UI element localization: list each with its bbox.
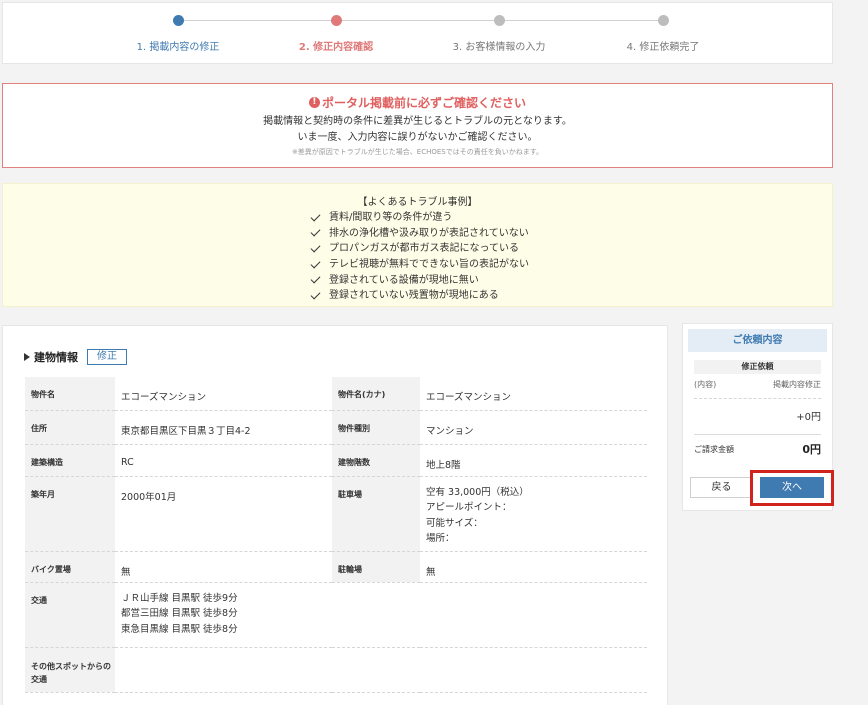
step-label: 4. 修正依頼完了	[626, 42, 700, 53]
trouble-item: テレビ視聴が無料でできない旨の表記がない	[310, 257, 529, 273]
edit-button[interactable]: 修正	[87, 349, 127, 365]
check-icon	[310, 273, 321, 284]
step-label: 3. お客様情報の入力	[452, 42, 546, 53]
structure-label: 建築構造	[25, 444, 115, 477]
summary-total-row: ご請求金額 0円	[694, 441, 821, 457]
step-label: 1. 掲載内容の修正	[136, 42, 220, 53]
common-trouble-box: 【よくあるトラブル事例】 賃料/間取り等の条件が違う 排水の浄化槽や汲み取りが表…	[2, 183, 833, 307]
divider	[694, 434, 821, 435]
content-value: 掲載内容修正	[773, 380, 821, 389]
summary-content-row: (内容) 掲載内容修正	[694, 379, 821, 390]
summary-subtitle: 修正依頼	[694, 360, 821, 374]
content-label: (内容)	[694, 380, 717, 389]
structure-value: RC	[115, 444, 332, 477]
property-name-value: エコーズマンション	[115, 377, 332, 411]
trouble-item: 登録されている設備が現地に無い	[310, 272, 529, 288]
other-transport-value	[115, 647, 647, 693]
step-2: 2. 修正内容確認	[256, 15, 416, 53]
parking-line: アピールポイント：	[426, 502, 512, 513]
property-type-value: マンション	[420, 410, 647, 445]
section-header: 建物情報 修正	[24, 349, 127, 365]
divider	[694, 398, 821, 399]
property-name-label: 物件名	[25, 377, 115, 411]
parking-line: 場所：	[426, 533, 455, 544]
next-button-highlight: 次へ	[750, 470, 834, 506]
trouble-item-text: 賃料/間取り等の条件が違う	[329, 212, 453, 224]
exclamation-icon: !	[308, 97, 320, 108]
property-kana-value: エコーズマンション	[420, 377, 647, 411]
bicycle-parking-value: 無	[420, 551, 647, 583]
progress-steps: 1. 掲載内容の修正 2. 修正内容確認 3. お客様情報の入力 4. 修正依頼…	[2, 2, 833, 64]
trouble-item-text: 排水の浄化槽や汲み取りが表記されていない	[329, 227, 529, 239]
table-row: 住所 東京都目黒区下目黒３丁目4-2 物件種別 マンション	[25, 410, 647, 445]
summary-amount: +0円	[796, 412, 821, 423]
trouble-heading: 【よくあるトラブル事例】	[357, 197, 478, 208]
step-4: 4. 修正依頼完了	[583, 15, 743, 53]
floors-value: 地上8階	[420, 444, 647, 477]
bicycle-parking-label: 駐輪場	[332, 551, 420, 583]
check-icon	[310, 242, 321, 253]
bike-parking-label: バイク置場	[25, 551, 115, 583]
transport-line: 東急目黒線 目黒駅 徒歩8分	[121, 623, 238, 635]
transport-label: 交通	[25, 582, 115, 648]
trouble-item-text: テレビ視聴が無料でできない旨の表記がない	[329, 259, 529, 271]
transport-line: ＪＲ山手線 目黒駅 徒歩9分	[121, 592, 238, 604]
section-title: 建物情報	[34, 351, 78, 364]
other-transport-label: その他スポットからの交通	[25, 647, 115, 693]
check-icon	[310, 226, 321, 237]
trouble-item: 登録されていない残置物が現地にある	[310, 288, 529, 304]
parking-label: 駐車場	[332, 476, 420, 552]
table-row: 建築構造 RC 建物階数 地上8階	[25, 444, 647, 477]
trouble-item: 排水の浄化槽や汲み取りが表記されていない	[310, 226, 529, 242]
trouble-item-text: 登録されている設備が現地に無い	[329, 274, 479, 286]
check-icon	[310, 258, 321, 269]
next-button[interactable]: 次へ	[760, 477, 824, 498]
floors-label: 建物階数	[332, 444, 420, 477]
confirmation-alert: ! ポータル掲載前に必ずご確認ください 掲載情報と契約時の条件に差異が生じるとト…	[2, 83, 833, 168]
alert-title-text: ポータル掲載前に必ずご確認ください	[321, 96, 526, 110]
property-type-label: 物件種別	[332, 410, 420, 445]
total-label: ご請求金額	[694, 444, 734, 454]
transport-line: 都営三田線 目黒駅 徒歩8分	[121, 608, 238, 619]
check-icon	[310, 289, 321, 300]
bike-parking-value: 無	[115, 551, 332, 583]
trouble-item-text: 登録されていない残置物が現地にある	[329, 290, 499, 302]
step-dot-icon	[330, 15, 342, 26]
step-3: 3. お客様情報の入力	[419, 15, 579, 53]
step-dot-icon	[657, 15, 669, 26]
transport-value: ＪＲ山手線 目黒駅 徒歩9分 都営三田線 目黒駅 徒歩8分 東急目黒線 目黒駅 …	[115, 582, 647, 648]
trouble-item: 賃料/間取り等の条件が違う	[310, 210, 529, 226]
table-row: その他スポットからの交通	[25, 647, 647, 693]
parking-value: 空有 33,000円（税込） アピールポイント： 可能サイズ： 場所：	[420, 476, 647, 552]
step-dot-icon	[172, 15, 184, 26]
step-1: 1. 掲載内容の修正	[98, 15, 258, 53]
building-info-table: 物件名 エコーズマンション 物件名(カナ) エコーズマンション 住所 東京都目黒…	[25, 377, 647, 693]
trouble-item-text: プロパンガスが都市ガス表記になっている	[329, 243, 519, 255]
alert-disclaimer: ※差異が原因でトラブルが生じた場合、ECHOESではその責任を負いかねます。	[291, 148, 544, 156]
table-row: 交通 ＪＲ山手線 目黒駅 徒歩9分 都営三田線 目黒駅 徒歩8分 東急目黒線 目…	[25, 582, 647, 648]
alert-message-line2: いま一度、入力内容に誤りがないかご確認ください。	[297, 132, 538, 143]
triangle-right-icon	[24, 353, 30, 361]
built-date-label: 築年月	[25, 476, 115, 552]
built-date-value: 2000年01月	[115, 476, 332, 552]
trouble-list: 賃料/間取り等の条件が違う 排水の浄化槽や汲み取りが表記されていない プロパンガ…	[310, 210, 529, 304]
table-row: 築年月 2000年01月 駐車場 空有 33,000円（税込） アピールポイント…	[25, 476, 647, 552]
total-value: 0円	[802, 443, 821, 456]
alert-title: ! ポータル掲載前に必ずご確認ください	[3, 94, 832, 111]
property-kana-label: 物件名(カナ)	[332, 377, 420, 411]
address-label: 住所	[25, 410, 115, 445]
building-info-card: 建物情報 修正 物件名 エコーズマンション 物件名(カナ) エコーズマンション …	[2, 325, 668, 705]
check-icon	[310, 211, 321, 222]
parking-line: 空有 33,000円（税込）	[426, 486, 529, 498]
back-button[interactable]: 戻る	[690, 477, 753, 498]
table-row: バイク置場 無 駐輪場 無	[25, 551, 647, 583]
parking-line: 可能サイズ：	[426, 517, 483, 529]
table-row: 物件名 エコーズマンション 物件名(カナ) エコーズマンション	[25, 377, 647, 411]
address-value: 東京都目黒区下目黒３丁目4-2	[115, 410, 332, 445]
step-dot-icon	[493, 15, 505, 26]
alert-message-line1: 掲載情報と契約時の条件に差異が生じるとトラブルの元となります。	[263, 116, 572, 127]
summary-title: ご依頼内容	[688, 329, 827, 352]
trouble-item: プロパンガスが都市ガス表記になっている	[310, 241, 529, 257]
step-label: 2. 修正内容確認	[298, 42, 374, 53]
